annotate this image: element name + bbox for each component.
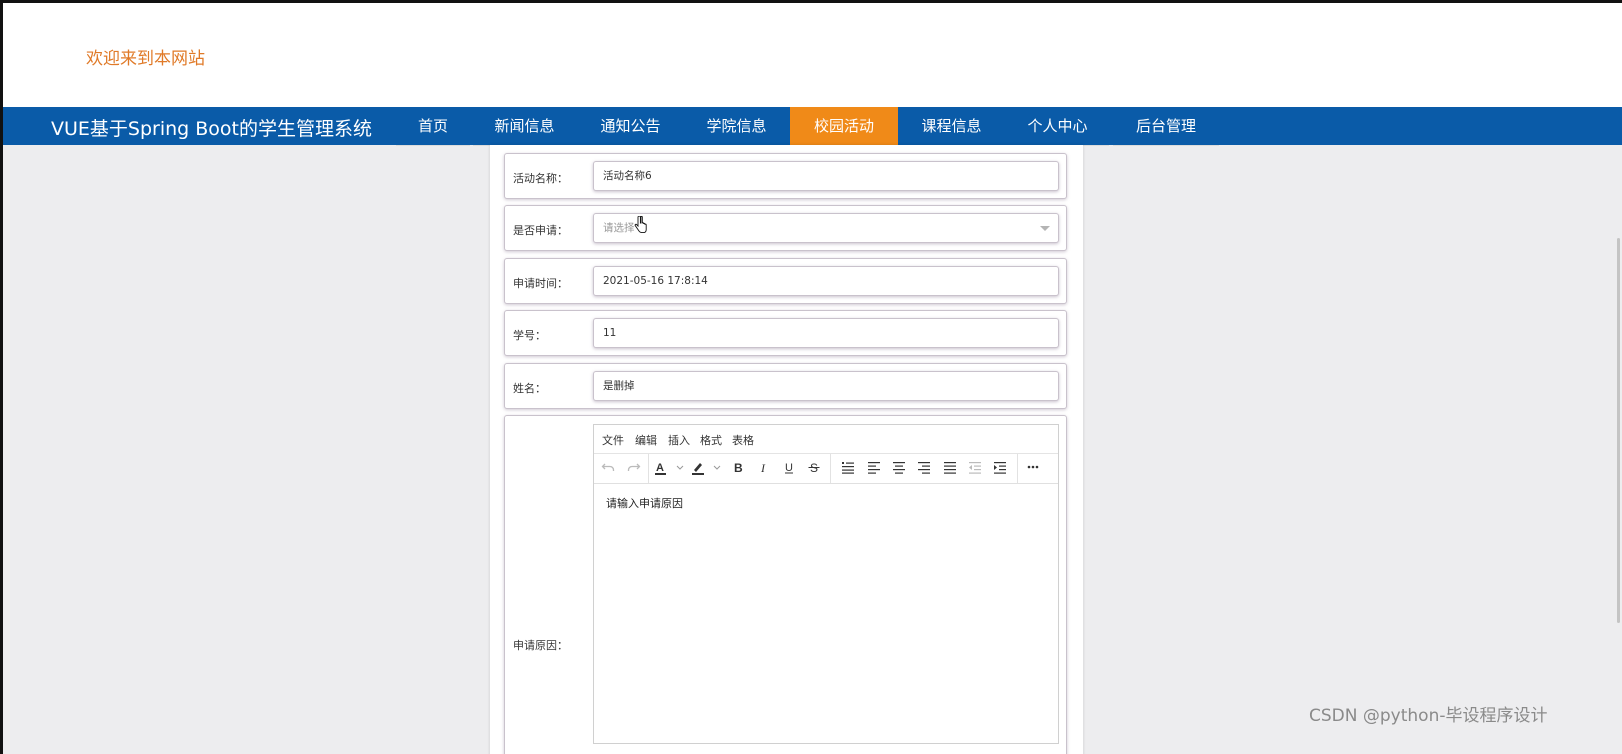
apply-status-placeholder: 请选择 [603,222,635,234]
apply-status-select[interactable]: 请选择 [593,213,1059,243]
apply-form-panel: 活动名称： 活动名称6 是否申请： 请选择 申请时间： 2021-05-16 1… [490,145,1083,754]
nav-admin[interactable]: 后台管理 [1113,107,1219,146]
more-icon[interactable] [1023,459,1043,477]
nav-courses[interactable]: 课程信息 [900,107,1003,146]
form-row-student-id: 学号： 11 [504,310,1067,356]
indent-icon[interactable] [990,459,1010,477]
rich-text-editor: 文件 编辑 插入 格式 表格 A B I U S 请输入申请原因 [593,424,1059,744]
bold-icon[interactable]: B [728,459,748,477]
nav-news-label: 新闻信息 [494,117,555,135]
svg-text:I: I [760,461,766,474]
svg-text:B: B [734,461,743,474]
svg-text:A: A [656,462,664,474]
form-row-apply-status: 是否申请： 请选择 [504,205,1067,251]
top-banner: 欢迎来到本网站 [3,3,1622,107]
menu-file[interactable]: 文件 [602,432,624,448]
student-id-input[interactable]: 11 [593,318,1059,348]
nav-home-label: 首页 [417,117,448,135]
menu-format[interactable]: 格式 [700,432,722,448]
highlight-icon[interactable] [691,459,723,477]
strikethrough-icon[interactable]: S [804,459,824,477]
editor-toolbar: A B I U S [594,454,1058,484]
bulleted-list-icon[interactable] [838,459,858,477]
apply-status-label: 是否申请： [513,224,568,237]
form-row-apply-time: 申请时间： 2021-05-16 17:8:14 [504,258,1067,304]
menu-insert[interactable]: 插入 [668,432,690,448]
nav-college-label: 学院信息 [706,117,767,135]
underline-icon[interactable]: U [779,459,799,477]
nav-personal-center[interactable]: 个人中心 [1006,107,1109,146]
toolbar-separator [648,454,649,483]
hand-cursor-icon [634,215,647,245]
align-left-icon[interactable] [864,459,884,477]
name-input[interactable]: 是删掉 [593,371,1059,401]
text-color-icon[interactable]: A [654,459,686,477]
apply-time-label: 申请时间： [513,277,568,290]
site-title: VUE基于Spring Boot的学生管理系统 [51,118,372,140]
toolbar-separator [1017,454,1018,483]
nav-divider [1113,145,1219,146]
nav-divider [396,145,470,146]
student-id-label: 学号： [513,329,546,342]
nav-news[interactable]: 新闻信息 [473,107,576,146]
nav-campus-activities[interactable]: 校园活动 [790,107,898,145]
nav-college[interactable]: 学院信息 [685,107,788,146]
apply-time-input[interactable]: 2021-05-16 17:8:14 [593,266,1059,296]
editor-content-area[interactable]: 请输入申请原因 [606,495,683,511]
nav-courses-label: 课程信息 [921,117,982,135]
form-row-apply-reason: 申请原因： 文件 编辑 插入 格式 表格 A B I U S 请输入申请原因 [504,415,1067,754]
watermark-text: CSDN @python-毕设程序设计 [1309,706,1548,726]
apply-reason-label: 申请原因： [513,639,568,652]
page-scrollbar[interactable] [1617,238,1620,623]
svg-text:U: U [785,462,793,474]
main-navbar: VUE基于Spring Boot的学生管理系统 首页 新闻信息 通知公告 学院信… [3,107,1622,146]
editor-placeholder: 请输入申请原因 [606,497,683,510]
nav-notices-label: 通知公告 [600,117,661,135]
welcome-text: 欢迎来到本网站 [86,49,205,69]
form-row-activity-name: 活动名称： 活动名称6 [504,153,1067,199]
nav-notices[interactable]: 通知公告 [579,107,682,146]
undo-icon[interactable] [598,459,618,477]
align-center-icon[interactable] [889,459,909,477]
chevron-down-icon[interactable] [1040,226,1050,231]
redo-icon[interactable] [624,459,644,477]
form-row-name: 姓名： 是删掉 [504,363,1067,409]
nav-personal-center-label: 个人中心 [1027,117,1088,135]
italic-icon[interactable]: I [754,459,774,477]
activity-name-label: 活动名称： [513,172,568,185]
menu-edit[interactable]: 编辑 [635,432,657,448]
nav-campus-activities-label: 校园活动 [813,117,874,135]
activity-name-input[interactable]: 活动名称6 [593,161,1059,191]
name-label: 姓名： [513,382,546,395]
toolbar-separator [830,454,831,483]
editor-menubar: 文件 编辑 插入 格式 表格 [594,425,1058,454]
align-right-icon[interactable] [914,459,934,477]
nav-home[interactable]: 首页 [396,107,470,146]
nav-admin-label: 后台管理 [1135,117,1196,135]
menu-table[interactable]: 表格 [732,432,754,448]
align-justify-icon[interactable] [940,459,960,477]
outdent-icon[interactable] [965,459,985,477]
app-window: 欢迎来到本网站 VUE基于Spring Boot的学生管理系统 首页 新闻信息 … [0,0,1622,754]
